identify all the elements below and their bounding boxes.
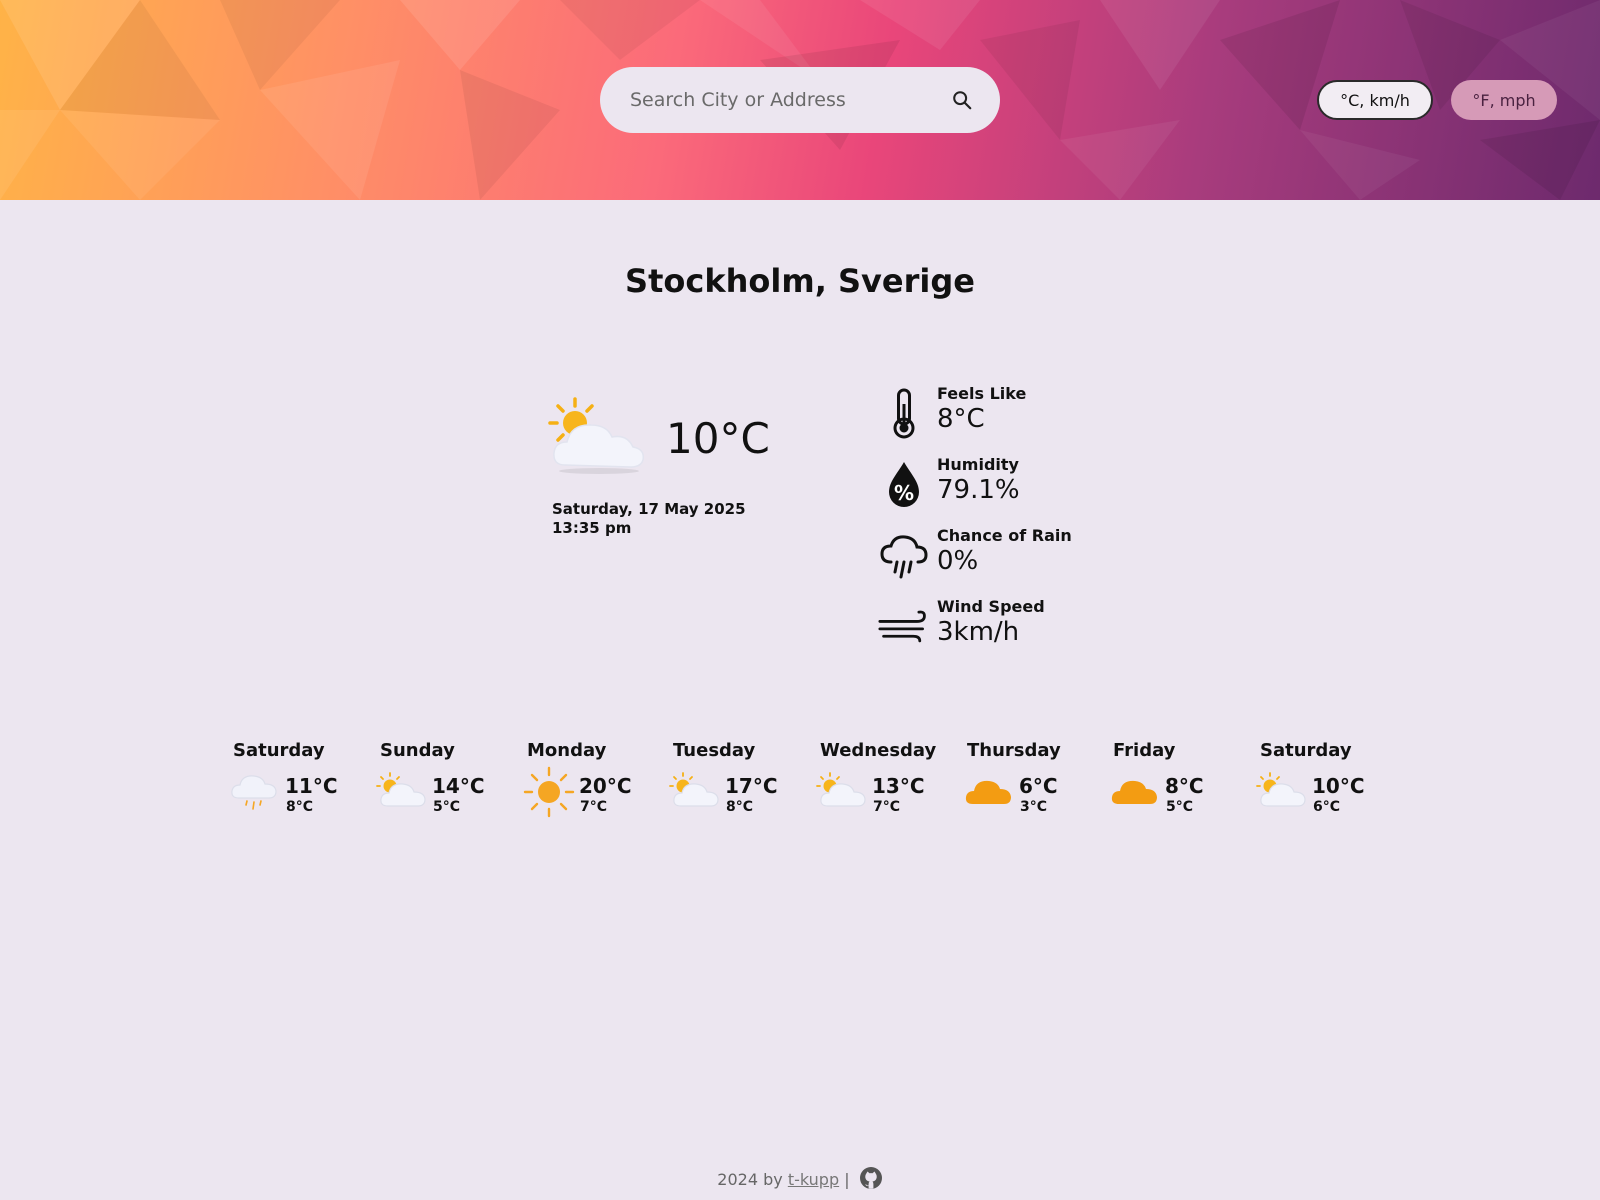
forecast-min-temp: 5°C [1166, 799, 1194, 815]
partly-cloudy-day-icon [376, 772, 428, 812]
footer: 2024 by t-kupp | [0, 1166, 1600, 1194]
forecast-day: Thursday 6°C 3°C [965, 740, 1107, 820]
forecast-min-temp: 7°C [580, 799, 608, 815]
rain-cloud-icon [878, 530, 930, 582]
current-temperature: 10°C [666, 414, 770, 463]
forecast-day: Saturday 10°C 6°C [1256, 740, 1400, 820]
search-bar[interactable] [600, 67, 1000, 133]
detail-feels-like: Feels Like 8°C [870, 384, 1130, 448]
detail-humidity: % Humidity 79.1% [870, 455, 1130, 519]
clear-day-icon [523, 766, 575, 818]
forecast-day: Saturday 11°C 8°C [231, 740, 373, 820]
humidity-label: Humidity [937, 455, 1019, 474]
partly-cloudy-day-icon [547, 397, 649, 477]
forecast-max-temp: 11°C [285, 774, 338, 798]
humidity-drop-icon: % [878, 459, 930, 511]
forecast-day-name: Wednesday [820, 740, 937, 761]
search-input[interactable] [628, 88, 950, 112]
forecast-min-temp: 5°C [433, 799, 461, 815]
footer-credit: 2024 by [717, 1170, 783, 1189]
forecast-day-name: Monday [527, 740, 607, 761]
forecast-day-name: Saturday [233, 740, 325, 761]
location-title: Stockholm, Sverige [625, 262, 975, 300]
cloudy-icon [1109, 772, 1161, 812]
forecast-max-temp: 13°C [872, 774, 925, 798]
forecast-max-temp: 6°C [1019, 774, 1058, 798]
forecast-max-temp: 8°C [1165, 774, 1204, 798]
partly-cloudy-day-icon [1256, 772, 1308, 812]
feels-like-label: Feels Like [937, 384, 1027, 403]
forecast-max-temp: 17°C [725, 774, 778, 798]
forecast-day: Friday 8°C 5°C [1111, 740, 1253, 820]
forecast-day: Tuesday 17°C 8°C [669, 740, 813, 820]
forecast-day-name: Sunday [380, 740, 455, 761]
wind-speed-label: Wind Speed [937, 597, 1045, 616]
forecast-min-temp: 6°C [1313, 799, 1341, 815]
search-icon[interactable] [950, 88, 974, 112]
current-time: 13:35 pm [552, 519, 632, 537]
github-icon[interactable] [859, 1166, 883, 1194]
current-date: Saturday, 17 May 2025 [552, 500, 746, 518]
thermometer-icon [878, 388, 930, 440]
forecast-day-name: Friday [1113, 740, 1176, 761]
partly-cloudy-day-icon [669, 772, 721, 812]
forecast-day-name: Tuesday [673, 740, 756, 761]
detail-wind-speed: Wind Speed 3km/h [870, 597, 1130, 661]
humidity-value: 79.1% [937, 475, 1020, 505]
forecast-min-temp: 8°C [726, 799, 754, 815]
wind-icon [878, 601, 930, 653]
cloudy-icon [963, 772, 1015, 812]
header-banner: °C, km/h °F, mph [0, 0, 1600, 200]
detail-chance-of-rain: Chance of Rain 0% [870, 526, 1130, 590]
forecast-day: Monday 20°C 7°C [523, 740, 667, 820]
partly-cloudy-day-icon [816, 772, 868, 812]
showers-icon [229, 772, 281, 812]
imperial-units-button[interactable]: °F, mph [1451, 80, 1557, 120]
forecast-max-temp: 10°C [1312, 774, 1365, 798]
metric-units-button[interactable]: °C, km/h [1317, 80, 1433, 120]
author-link[interactable]: t-kupp [788, 1170, 839, 1189]
chance-of-rain-label: Chance of Rain [937, 526, 1072, 545]
forecast-min-temp: 7°C [873, 799, 901, 815]
forecast-max-temp: 14°C [432, 774, 485, 798]
forecast-day-name: Thursday [967, 740, 1061, 761]
forecast-min-temp: 8°C [286, 799, 314, 815]
feels-like-value: 8°C [937, 404, 985, 434]
forecast-max-temp: 20°C [579, 774, 632, 798]
wind-speed-value: 3km/h [937, 617, 1020, 647]
forecast-day: Wednesday 13°C 7°C [816, 740, 960, 820]
forecast-day: Sunday 14°C 5°C [376, 740, 520, 820]
footer-separator: | [844, 1170, 850, 1189]
forecast-min-temp: 3°C [1020, 799, 1048, 815]
svg-text:%: % [894, 481, 914, 505]
chance-of-rain-value: 0% [937, 546, 979, 576]
forecast-day-name: Saturday [1260, 740, 1352, 761]
forecast-row: Saturday 11°C 8°C Sunday 14°C 5°C Monday [0, 740, 1600, 820]
